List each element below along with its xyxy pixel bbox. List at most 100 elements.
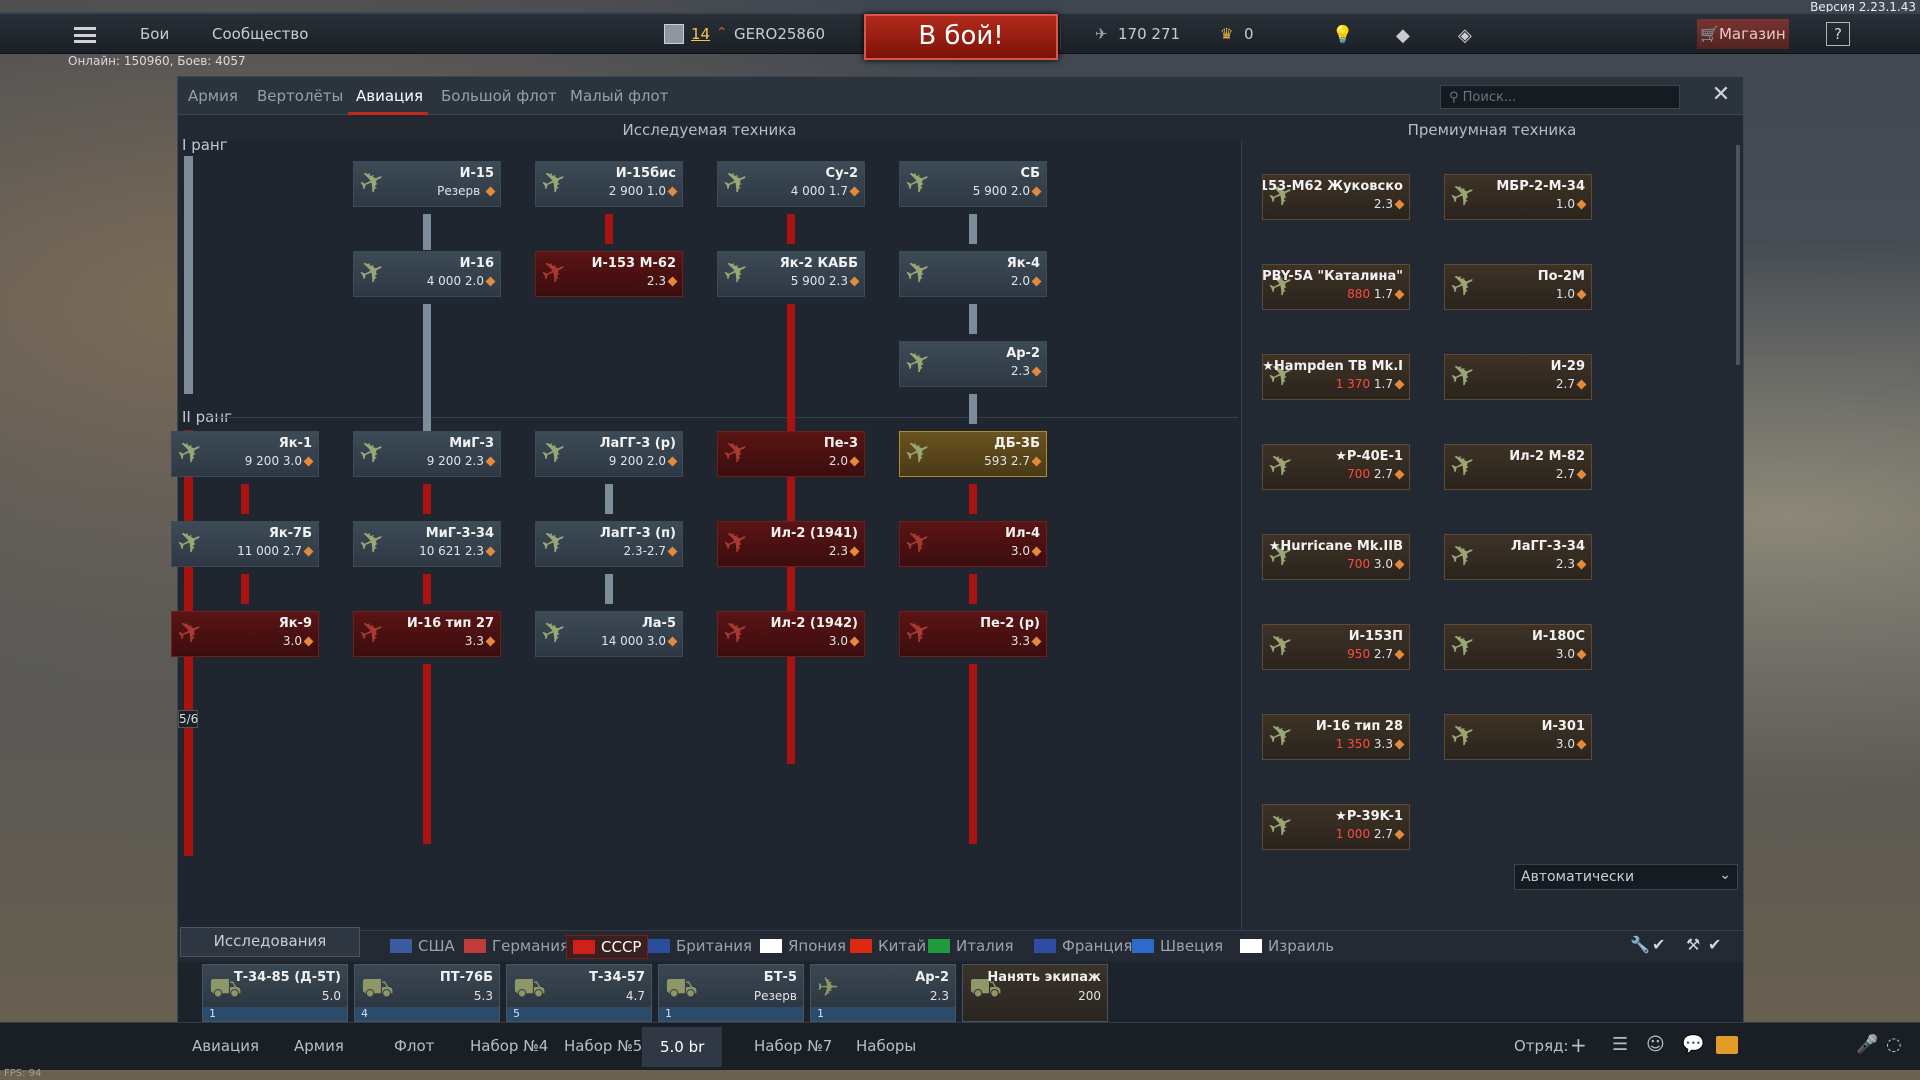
nation-tab[interactable]: Япония [760, 937, 846, 955]
crew-slot[interactable]: ⛟ ПТ-76Б 5.3 4 [354, 964, 500, 1022]
mail-icon[interactable] [1716, 1036, 1738, 1054]
crew-slot[interactable]: ⛟ Т-34-85 (Д-5Т) 5.0 1 [202, 964, 348, 1022]
close-icon[interactable]: ✕ [1709, 83, 1733, 107]
tree-vehicle-card[interactable]: ✈ Як-2 КАББ 5 900 2.3 [717, 251, 865, 297]
tree-vehicle-card[interactable]: ✈ МиГ-3 9 200 2.3 [353, 431, 501, 477]
vehicle-stats: Резерв [437, 184, 496, 198]
premium-vehicle-card[interactable]: ✈ ★P-39K-1 1 000 2.7 [1262, 804, 1410, 850]
hire-crew-slot[interactable]: ⛟ Нанять экипаж 200 [962, 964, 1108, 1022]
premium-vehicle-card[interactable]: ✈И-153-М62 Жуковско 2.3 [1262, 174, 1410, 220]
tab-helicopters[interactable]: Вертолёты [257, 87, 343, 105]
tree-vehicle-card[interactable]: ✈ Як-1 9 200 3.0 [171, 431, 319, 477]
check-all-icon[interactable]: ✔ [1708, 935, 1721, 954]
tree-vehicle-card[interactable]: ✈ Ла-5 14 000 3.0 [535, 611, 683, 657]
avatar[interactable] [664, 24, 684, 44]
premium-vehicle-card[interactable]: ✈ И-29 2.7 [1444, 354, 1592, 400]
tree-vehicle-card[interactable]: ✈ ЛаГГ-3 (п) 2.3-2.7 [535, 521, 683, 567]
slot-vehicle-stat: 5.0 [321, 989, 341, 1003]
premium-vehicle-card[interactable]: ✈ И-180С 3.0 [1444, 624, 1592, 670]
premium-vehicle-card[interactable]: ✈ ЛаГГ-3-34 2.3 [1444, 534, 1592, 580]
tab-army[interactable]: Армия [188, 87, 238, 105]
gold-cost: 700 [1347, 557, 1371, 571]
ticket-icon[interactable]: ◈ [1458, 25, 1472, 46]
tree-vehicle-card[interactable]: ✈ Як-7Б 11 000 2.7 [171, 521, 319, 567]
preset-item[interactable]: Набор №4 [470, 1037, 548, 1055]
tree-vehicle-card[interactable]: ✈ МиГ-3-34 10 621 2.3 [353, 521, 501, 567]
community-menu[interactable]: Сообщество [212, 25, 308, 43]
nation-tab[interactable]: Британия [648, 937, 752, 955]
tree-vehicle-card[interactable]: ✈ Пе-3 2.0 [717, 431, 865, 477]
preset-item[interactable]: Набор №5 [564, 1037, 642, 1055]
premium-vehicle-card[interactable]: ✈ И-153П 950 2.7 [1262, 624, 1410, 670]
battles-menu[interactable]: Бои [140, 25, 169, 43]
tree-vehicle-card[interactable]: ✈ Ар-2 2.3 [899, 341, 1047, 387]
tree-vehicle-card[interactable]: ✈ Су-2 4 000 1.7 [717, 161, 865, 207]
repair-all-icon[interactable]: ⚒ [1686, 935, 1700, 954]
premium-vehicle-card[interactable]: ✈ По-2М 1.0 [1444, 264, 1592, 310]
help-button[interactable]: ? [1826, 22, 1850, 46]
lightbulb-icon[interactable]: 💡 [1332, 25, 1353, 45]
nation-tab[interactable]: Швеция [1132, 937, 1223, 955]
premium-vehicle-card[interactable]: ✈ ★PBY-5A "Каталина" 880 1.7 [1262, 264, 1410, 310]
nation-tab[interactable]: Франция [1034, 937, 1132, 955]
contacts-icon[interactable]: ☺ [1646, 1034, 1665, 1055]
premium-vehicle-card[interactable]: ✈ МБР-2-М-34 1.0 [1444, 174, 1592, 220]
crew-slot[interactable]: ⛟ БТ-5 Резерв 1 [658, 964, 804, 1022]
nation-tab[interactable]: Китай [850, 937, 926, 955]
tree-vehicle-card[interactable]: ✈ И-153 М-62 2.3 [535, 251, 683, 297]
menu-icon[interactable] [74, 27, 96, 43]
premium-vehicle-card[interactable]: ✈ ★Hurricane Mk.IIB 700 3.0 [1262, 534, 1410, 580]
tree-vehicle-card[interactable]: ✈ ДБ-3Б 593 2.7 [899, 431, 1047, 477]
nation-tab[interactable]: Италия [928, 937, 1014, 955]
player-nick[interactable]: GERO25860 [734, 25, 825, 43]
premium-vehicle-card[interactable]: ✈ И-301 3.0 [1444, 714, 1592, 760]
scrollbar[interactable] [1736, 145, 1740, 365]
diamond-icon[interactable]: ◆ [1396, 25, 1410, 46]
tab-aviation[interactable]: Авиация [356, 87, 423, 105]
microphone-icon[interactable]: 🎤 [1856, 1034, 1878, 1055]
tree-vehicle-card[interactable]: ✈ Як-4 2.0 [899, 251, 1047, 297]
shop-button[interactable]: 🛒Магазин [1697, 19, 1789, 49]
tab-bluewater-fleet[interactable]: Большой флот [441, 87, 557, 105]
tree-vehicle-card[interactable]: ✈ Ил-2 (1941) 2.3 [717, 521, 865, 567]
auto-select-dropdown[interactable]: Автоматически ⌄ [1514, 864, 1738, 890]
nation-tab[interactable]: СССР [566, 935, 649, 959]
tree-vehicle-card[interactable]: ✈ И-16 4 000 2.0 [353, 251, 501, 297]
vehicle-stats: 1 000 2.7 [1336, 827, 1405, 841]
vehicle-icon: ⛟ [361, 973, 394, 1003]
vehicle-stats: 9 200 2.0 [609, 454, 678, 468]
search-input[interactable]: ⚲ Поиск... [1440, 85, 1680, 109]
tree-vehicle-card[interactable]: ✈ Ил-4 3.0 [899, 521, 1047, 567]
premium-vehicle-card[interactable]: ✈ Ил-2 М-82 2.7 [1444, 444, 1592, 490]
premium-vehicle-card[interactable]: ✈ ★P-40E-1 700 2.7 [1262, 444, 1410, 490]
wrench-icon[interactable]: 🔧 [1630, 935, 1650, 954]
nation-tab[interactable]: Германия [464, 937, 569, 955]
tree-vehicle-card[interactable]: ✈ СБ 5 900 2.0 [899, 161, 1047, 207]
tree-vehicle-card[interactable]: ✈ ЛаГГ-3 (р) 9 200 2.0 [535, 431, 683, 477]
research-toggle-tab[interactable]: Исследования [180, 927, 360, 957]
premium-vehicle-card[interactable]: ✈ ★Hampden TB Mk.I 1 370 1.7 [1262, 354, 1410, 400]
chat-icon[interactable]: 💬 [1682, 1034, 1704, 1055]
preset-item[interactable]: Флот [394, 1037, 434, 1055]
tree-vehicle-card[interactable]: ✈ И-15 Резерв [353, 161, 501, 207]
preset-item[interactable]: Авиация [192, 1037, 259, 1055]
list-icon[interactable]: ☰ [1612, 1034, 1628, 1055]
nation-tab[interactable]: Израиль [1240, 937, 1334, 955]
preset-item[interactable]: Наборы [856, 1037, 916, 1055]
tree-vehicle-card[interactable]: ✈ Ил-2 (1942) 3.0 [717, 611, 865, 657]
preset-item[interactable]: Набор №7 [754, 1037, 832, 1055]
tree-vehicle-card[interactable]: ✈ Як-9 3.0 [171, 611, 319, 657]
tree-vehicle-card[interactable]: ✈ Пе-2 (р) 3.3 [899, 611, 1047, 657]
to-battle-button[interactable]: В бой! [864, 14, 1058, 60]
premium-vehicle-card[interactable]: ✈ И-16 тип 28 1 350 3.3 [1262, 714, 1410, 760]
preset-item[interactable]: 5.0 br [642, 1027, 723, 1067]
tab-coastal-fleet[interactable]: Малый флот [570, 87, 668, 105]
crew-slot[interactable]: ⛟ Т-34-57 4.7 5 [506, 964, 652, 1022]
preset-item[interactable]: Армия [294, 1037, 344, 1055]
nation-tab[interactable]: США [390, 937, 455, 955]
crew-slot[interactable]: ✈ Ар-2 2.3 1 [810, 964, 956, 1022]
tree-vehicle-card[interactable]: ✈ И-15бис 2 900 1.0 [535, 161, 683, 207]
add-squad-icon[interactable]: + [1570, 1033, 1587, 1057]
check-icon[interactable]: ✔ [1652, 935, 1665, 954]
tree-vehicle-card[interactable]: ✈ И-16 тип 27 3.3 [353, 611, 501, 657]
